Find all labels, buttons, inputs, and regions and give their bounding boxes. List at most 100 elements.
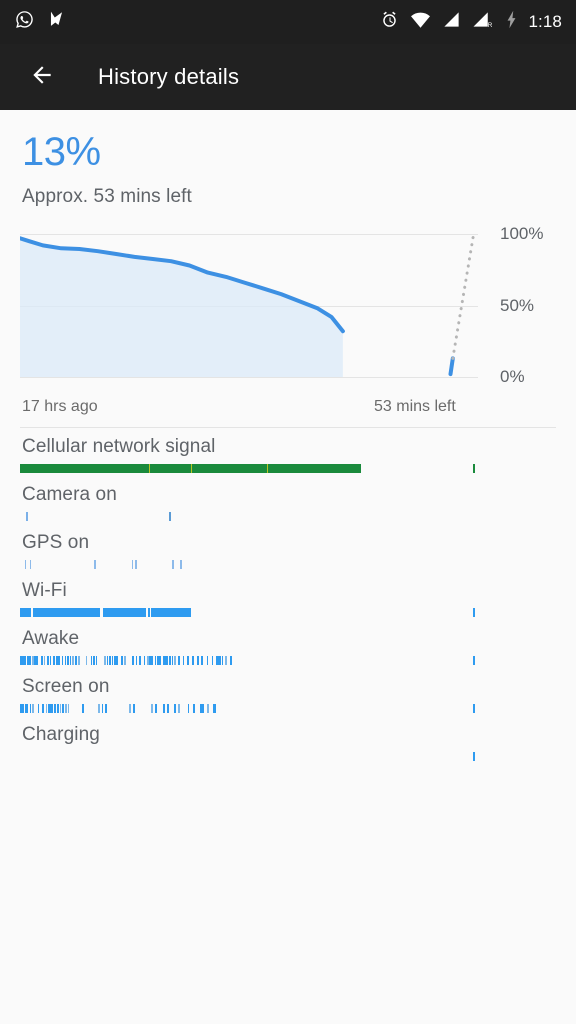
event-segment [106, 656, 109, 665]
event-segment [199, 704, 205, 713]
event-segment [94, 560, 96, 569]
event-segment [93, 656, 95, 665]
whatsapp-icon [14, 9, 35, 35]
back-button[interactable] [22, 57, 62, 97]
event-segment [473, 752, 475, 761]
event-segment [159, 656, 162, 665]
event-segment [121, 656, 123, 665]
event-segment [61, 656, 64, 665]
event-track [20, 560, 480, 569]
event-segment [147, 608, 151, 617]
svg-text:R: R [487, 22, 492, 29]
event-track [20, 656, 480, 665]
event-segment [154, 656, 157, 665]
event-segment [154, 704, 157, 713]
event-row[interactable]: Cellular network signal [0, 434, 576, 482]
event-segment [42, 704, 45, 713]
event-segment [473, 704, 475, 713]
back-arrow-icon [29, 62, 55, 93]
event-row[interactable]: Charging [0, 722, 576, 770]
event-segment [211, 656, 214, 665]
event-segment [95, 656, 98, 665]
event-segment [49, 656, 52, 665]
event-segment [20, 464, 30, 473]
event-segment [20, 704, 22, 713]
event-segment [62, 704, 64, 713]
event-segment [178, 704, 181, 713]
event-segment [133, 704, 135, 713]
chart-line-projected-charge [451, 234, 475, 360]
event-track [20, 512, 480, 521]
event-segment [129, 704, 131, 713]
event-label: GPS on [22, 532, 90, 553]
content-area: 13% Approx. 53 mins left 100% 50% 0% 17 hr… [0, 110, 576, 1024]
battery-percent: 13% [22, 130, 101, 174]
time-range-end: 53 mins left [374, 398, 456, 415]
event-segment [131, 560, 134, 569]
event-segment [151, 608, 192, 617]
event-row[interactable]: Camera on [0, 482, 576, 530]
event-row[interactable]: GPS on [0, 530, 576, 578]
event-segment [192, 704, 195, 713]
event-segment [187, 704, 190, 713]
status-bar-right-icons: R 1:18 [380, 0, 563, 44]
battery-chart: 100% 50% 0% [0, 224, 576, 386]
event-segment [27, 656, 31, 665]
event-segment [149, 464, 191, 473]
event-segment [206, 656, 209, 665]
event-row[interactable]: Screen on [0, 674, 576, 722]
chart-plot-area [20, 234, 478, 378]
event-segment [59, 704, 62, 713]
gridline-0 [20, 377, 478, 378]
event-segment [98, 704, 100, 713]
event-segment [169, 656, 171, 665]
event-segment [171, 656, 174, 665]
event-segment [215, 656, 221, 665]
event-segment [156, 656, 159, 665]
event-segment [55, 656, 61, 665]
event-segment [90, 656, 93, 665]
event-segment [32, 608, 101, 617]
event-segment [116, 656, 119, 665]
event-label: Camera on [22, 484, 117, 505]
event-segment [473, 656, 475, 665]
event-segment [53, 656, 55, 665]
event-segment [104, 656, 106, 665]
event-segment [473, 464, 475, 473]
event-segment [167, 704, 170, 713]
event-segment [124, 656, 126, 665]
event-segment [36, 656, 38, 665]
status-bar: R 1:18 [0, 0, 576, 44]
y-axis-tick-0: 0% [500, 367, 525, 386]
toolbar: History details [0, 44, 576, 110]
event-segment [24, 656, 27, 665]
event-segment [111, 656, 114, 665]
battery-estimate: Approx. 53 mins left [22, 186, 192, 207]
event-segment [268, 464, 361, 473]
event-segment [29, 560, 32, 569]
chart-line-current-charging [448, 356, 455, 377]
event-segment [132, 656, 135, 665]
event-segment [191, 464, 267, 473]
event-segment [114, 656, 116, 665]
event-label: Charging [22, 724, 100, 745]
wifi-icon [410, 10, 431, 34]
event-segment [197, 656, 199, 665]
page-title: History details [98, 64, 240, 89]
y-axis-labels: 100% 50% 0% [500, 224, 576, 386]
event-segment [105, 704, 107, 713]
event-list: Cellular network signal Camera on GPS on Wi… [0, 434, 576, 770]
signal-icon [442, 10, 461, 34]
event-segment [47, 656, 49, 665]
event-segment [67, 656, 69, 665]
event-segment [25, 512, 28, 521]
event-segment [163, 704, 166, 713]
event-row[interactable]: Wi-Fi [0, 578, 576, 626]
event-segment [174, 656, 176, 665]
event-segment [163, 656, 168, 665]
event-segment [48, 704, 54, 713]
event-segment [135, 656, 138, 665]
event-row[interactable]: Awake [0, 626, 576, 674]
event-segment [67, 704, 70, 713]
charging-bolt-icon [505, 10, 518, 34]
